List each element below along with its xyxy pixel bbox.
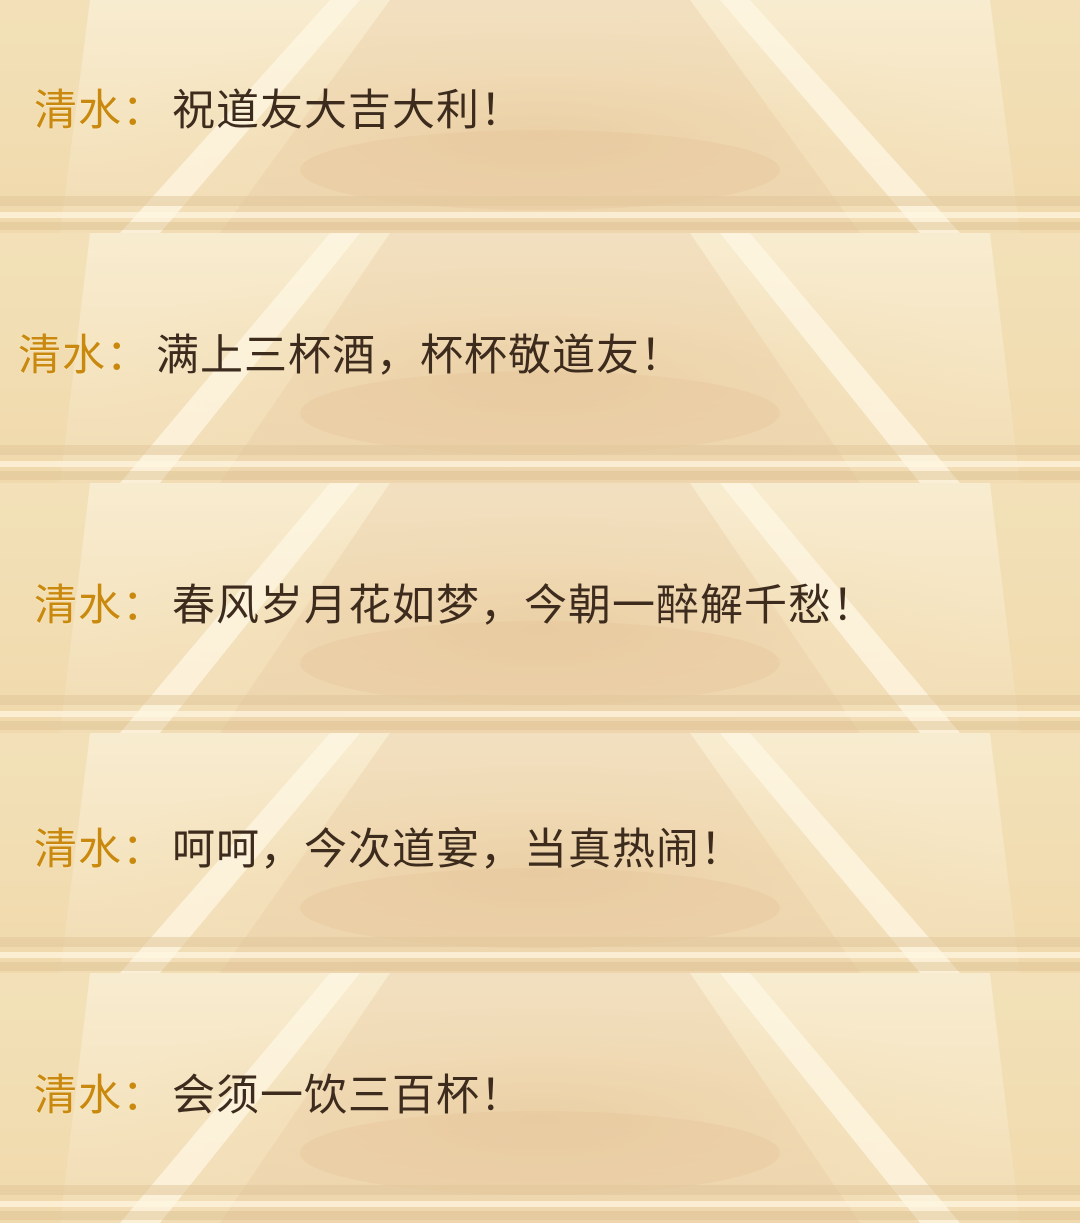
message-text: 呵呵，今次道宴，当真热闹！	[172, 825, 744, 875]
speaker-separator: ：	[122, 825, 166, 875]
dialogue-strip: 清水： 会须一饮三百杯！	[0, 973, 1080, 1223]
speaker-name: 清水	[34, 1071, 122, 1121]
message-text: 会须一饮三百杯！	[172, 1071, 524, 1121]
speaker-name: 清水	[34, 86, 122, 136]
dialogue-strip: 清水： 祝道友大吉大利！	[0, 0, 1080, 233]
dialogue-line: 清水： 满上三杯酒，杯杯敬道友！	[18, 331, 684, 381]
dialogue-line: 清水： 春风岁月花如梦，今朝一醉解千愁！	[34, 581, 876, 631]
dialogue-line: 清水： 祝道友大吉大利！	[34, 86, 524, 136]
speaker-name: 清水	[34, 825, 122, 875]
message-text: 满上三杯酒，杯杯敬道友！	[156, 331, 684, 381]
message-text: 春风岁月花如梦，今朝一醉解千愁！	[172, 581, 876, 631]
dialogue-strip-stack: 清水： 祝道友大吉大利！ 清水： 满上三杯酒，杯杯敬道友！ 清水： 春风岁月花如…	[0, 0, 1080, 1223]
speaker-name: 清水	[34, 581, 122, 631]
dialogue-line: 清水： 会须一饮三百杯！	[34, 1071, 524, 1121]
speaker-separator: ：	[122, 1071, 166, 1121]
speaker-separator: ：	[122, 581, 166, 631]
message-text: 祝道友大吉大利！	[172, 86, 524, 136]
dialogue-strip: 清水： 满上三杯酒，杯杯敬道友！	[0, 233, 1080, 483]
speaker-separator: ：	[122, 86, 166, 136]
speaker-name: 清水	[18, 331, 106, 381]
dialogue-strip: 清水： 呵呵，今次道宴，当真热闹！	[0, 733, 1080, 973]
dialogue-strip: 清水： 春风岁月花如梦，今朝一醉解千愁！	[0, 483, 1080, 733]
dialogue-line: 清水： 呵呵，今次道宴，当真热闹！	[34, 825, 744, 875]
speaker-separator: ：	[106, 331, 150, 381]
